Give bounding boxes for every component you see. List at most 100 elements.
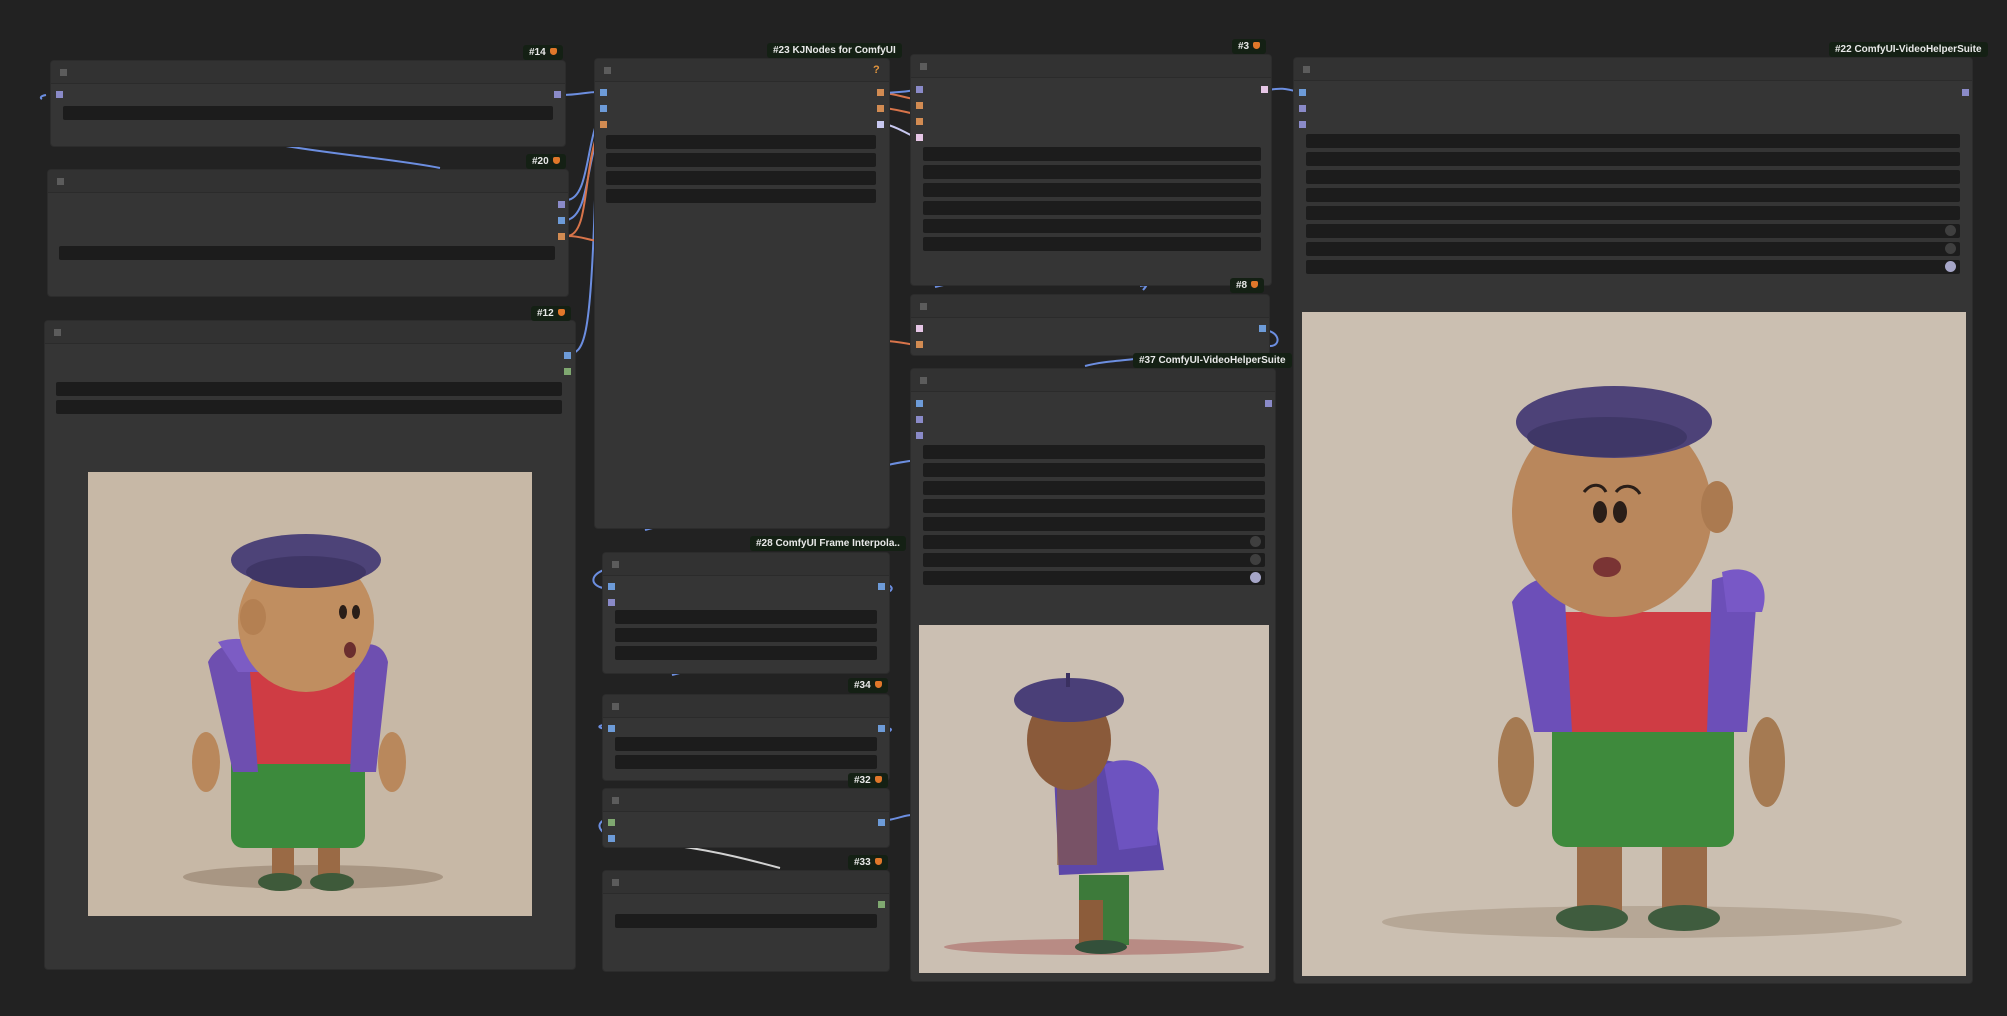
node-widget[interactable] — [923, 147, 1261, 161]
collapse-toggle-icon[interactable] — [604, 67, 611, 74]
node-widget[interactable] — [923, 517, 1265, 531]
output-slot[interactable] — [1261, 86, 1268, 93]
toggle-widget[interactable] — [1306, 260, 1960, 274]
input-slot[interactable] — [608, 583, 615, 590]
toggle-widget[interactable] — [923, 571, 1265, 585]
node-widget[interactable] — [923, 481, 1265, 495]
node-widget[interactable] — [923, 445, 1265, 459]
node-3[interactable] — [911, 55, 1271, 285]
node-20[interactable] — [48, 170, 568, 296]
node-14[interactable] — [51, 61, 565, 146]
node-header[interactable] — [603, 553, 889, 576]
output-slot[interactable] — [1265, 400, 1272, 407]
input-slot[interactable] — [916, 341, 923, 348]
node-widget[interactable] — [615, 610, 877, 624]
collapse-toggle-icon[interactable] — [57, 178, 64, 185]
output-slot[interactable] — [878, 901, 885, 908]
node-widget[interactable] — [606, 189, 876, 203]
node-header[interactable] — [911, 55, 1271, 78]
collapse-toggle-icon[interactable] — [920, 303, 927, 310]
toggle-widget[interactable] — [923, 553, 1265, 567]
input-slot[interactable] — [608, 835, 615, 842]
node-header[interactable] — [1294, 58, 1972, 81]
input-slot[interactable] — [916, 400, 923, 407]
node-22[interactable] — [1294, 58, 1972, 983]
collapse-toggle-icon[interactable] — [612, 797, 619, 804]
node-widget[interactable] — [615, 914, 877, 928]
node-widget[interactable] — [923, 499, 1265, 513]
input-slot[interactable] — [916, 86, 923, 93]
node-33[interactable] — [603, 871, 889, 971]
output-slot[interactable] — [558, 233, 565, 240]
toggle-widget[interactable] — [923, 535, 1265, 549]
collapse-toggle-icon[interactable] — [60, 69, 67, 76]
input-slot[interactable] — [916, 325, 923, 332]
input-slot[interactable] — [916, 102, 923, 109]
node-widget[interactable] — [923, 237, 1261, 251]
input-slot[interactable] — [916, 416, 923, 423]
output-slot[interactable] — [877, 89, 884, 96]
node-widget[interactable] — [615, 628, 877, 642]
node-header[interactable] — [603, 695, 889, 718]
input-slot[interactable] — [600, 89, 607, 96]
node-header[interactable] — [45, 321, 575, 344]
node-widget[interactable] — [59, 246, 555, 260]
node-widget[interactable] — [615, 737, 877, 751]
node-widget[interactable] — [1306, 152, 1960, 166]
collapse-toggle-icon[interactable] — [1303, 66, 1310, 73]
node-widget[interactable] — [1306, 134, 1960, 148]
input-slot[interactable] — [916, 432, 923, 439]
node-widget[interactable] — [1306, 206, 1960, 220]
node-widget[interactable] — [56, 382, 562, 396]
input-slot[interactable] — [56, 91, 63, 98]
output-slot[interactable] — [878, 725, 885, 732]
toggle-widget[interactable] — [1306, 242, 1960, 256]
node-widget[interactable] — [923, 219, 1261, 233]
input-slot[interactable] — [608, 599, 615, 606]
input-slot[interactable] — [1299, 121, 1306, 128]
node-widget[interactable] — [1306, 170, 1960, 184]
node-header[interactable] — [595, 59, 889, 82]
node-widget[interactable] — [1306, 188, 1960, 202]
node-23[interactable]: ? — [595, 59, 889, 528]
node-32[interactable] — [603, 789, 889, 847]
output-slot[interactable] — [564, 352, 571, 359]
node-widget[interactable] — [923, 463, 1265, 477]
node-widget[interactable] — [923, 183, 1261, 197]
node-header[interactable] — [48, 170, 568, 193]
collapse-toggle-icon[interactable] — [612, 561, 619, 568]
output-slot[interactable] — [564, 368, 571, 375]
output-slot[interactable] — [878, 819, 885, 826]
node-header[interactable] — [51, 61, 565, 84]
toggle-widget[interactable] — [1306, 224, 1960, 238]
output-slot[interactable] — [877, 105, 884, 112]
node-header[interactable] — [603, 871, 889, 894]
help-icon[interactable]: ? — [873, 64, 880, 76]
input-slot[interactable] — [600, 121, 607, 128]
output-slot[interactable] — [878, 583, 885, 590]
node-widget[interactable] — [615, 755, 877, 769]
node-header[interactable] — [911, 295, 1269, 318]
node-widget[interactable] — [606, 135, 876, 149]
input-slot[interactable] — [608, 725, 615, 732]
output-slot[interactable] — [1962, 89, 1969, 96]
input-slot[interactable] — [916, 118, 923, 125]
node-widget[interactable] — [923, 165, 1261, 179]
node-8[interactable] — [911, 295, 1269, 355]
input-slot[interactable] — [916, 134, 923, 141]
node-34[interactable] — [603, 695, 889, 780]
output-slot[interactable] — [877, 121, 884, 128]
output-slot[interactable] — [554, 91, 561, 98]
node-header[interactable] — [603, 789, 889, 812]
collapse-toggle-icon[interactable] — [612, 703, 619, 710]
node-widget[interactable] — [56, 400, 562, 414]
node-widget[interactable] — [63, 106, 553, 120]
node-12[interactable] — [45, 321, 575, 969]
collapse-toggle-icon[interactable] — [920, 377, 927, 384]
node-header[interactable] — [911, 369, 1275, 392]
node-widget[interactable] — [606, 171, 876, 185]
output-slot[interactable] — [558, 201, 565, 208]
node-37[interactable] — [911, 369, 1275, 981]
node-widget[interactable] — [615, 646, 877, 660]
output-slot[interactable] — [1259, 325, 1266, 332]
